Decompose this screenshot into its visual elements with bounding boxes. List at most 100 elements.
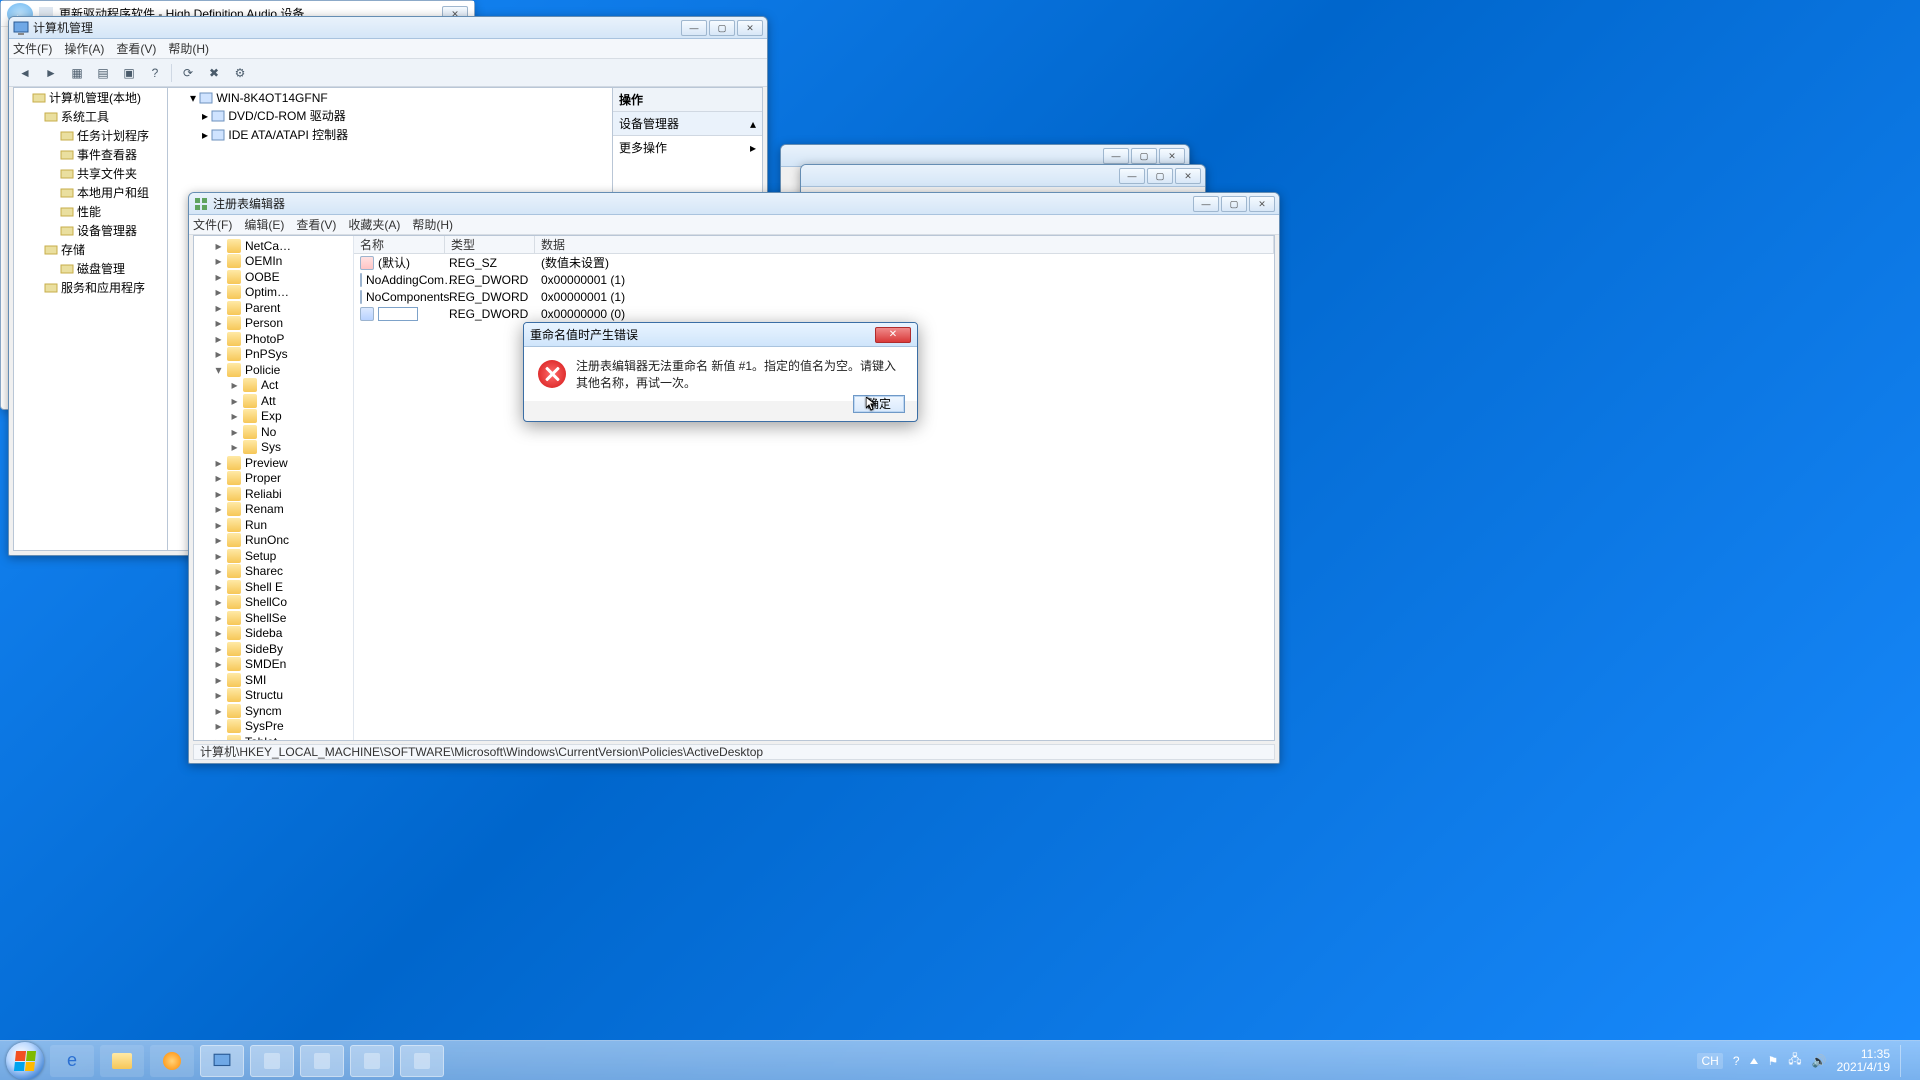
regedit-tree-item[interactable]: ▸No	[214, 424, 353, 440]
regedit-tree-item[interactable]: ▸Exp	[214, 409, 353, 425]
maximize-button[interactable]: ▢	[1147, 168, 1173, 184]
regedit-tree-item[interactable]: ▸Parent	[214, 300, 353, 316]
regedit-tree-item[interactable]: ▸PnPSys	[214, 347, 353, 363]
regedit-tree-item[interactable]: ▸Setup	[214, 548, 353, 564]
col-name[interactable]: 名称	[354, 236, 445, 253]
close-button[interactable]: ✕	[737, 20, 763, 36]
tray-help-icon[interactable]: ?	[1733, 1054, 1740, 1068]
start-button[interactable]	[6, 1042, 44, 1080]
menu-item[interactable]: 查看(V)	[296, 216, 336, 233]
value-name-edit[interactable]	[378, 307, 418, 321]
regedit-tree-item[interactable]: ▸Structu	[214, 688, 353, 704]
uninstall-button[interactable]: ✖	[204, 63, 224, 83]
taskbar-app-4[interactable]	[400, 1045, 444, 1077]
tray-clock[interactable]: 11:35 2021/4/19	[1837, 1048, 1890, 1074]
regedit-tree-item[interactable]: ▸ShellCo	[214, 595, 353, 611]
regedit-tree-item[interactable]: ▸NetCa…	[214, 238, 353, 254]
regedit-tree-item[interactable]: ▸OOBE	[214, 269, 353, 285]
compmgmt-titlebar[interactable]: 计算机管理 — ▢ ✕	[9, 17, 767, 39]
tree-item[interactable]: 共享文件夹	[14, 164, 167, 183]
regedit-tree-item[interactable]: ▸SysPre	[214, 719, 353, 735]
tree-item[interactable]: 本地用户和组	[14, 183, 167, 202]
regedit-value-row[interactable]: REG_DWORD0x00000000 (0)	[354, 305, 1274, 322]
regedit-tree-item[interactable]: ▾Policie	[214, 362, 353, 378]
menu-item[interactable]: 查看(V)	[116, 40, 156, 57]
tray-volume-icon[interactable]: 🔊	[1812, 1054, 1827, 1068]
minimize-button[interactable]: —	[1103, 148, 1129, 164]
tree-item[interactable]: 性能	[14, 202, 167, 221]
error-dialog-titlebar[interactable]: 重命名值时产生错误 ✕	[524, 323, 917, 347]
tray-expand-icon[interactable]	[1750, 1058, 1758, 1064]
taskbar-media-player[interactable]	[150, 1045, 194, 1077]
tree-item[interactable]: 存储	[14, 240, 167, 259]
close-button[interactable]: ✕	[1159, 148, 1185, 164]
tree-item[interactable]: 系统工具	[14, 107, 167, 126]
regedit-tree-item[interactable]: ▸SMI	[214, 672, 353, 688]
show-hide-tree-button[interactable]: ▤	[93, 63, 113, 83]
scan-button[interactable]: ⟳	[178, 63, 198, 83]
properties-button[interactable]: ▣	[119, 63, 139, 83]
show-desktop-button[interactable]	[1900, 1045, 1908, 1077]
close-button[interactable]: ✕	[1175, 168, 1201, 184]
tray-network-icon[interactable]: 🖧	[1788, 1050, 1801, 1071]
up-button[interactable]: ▦	[67, 63, 87, 83]
regedit-tree-item[interactable]: ▸Tablet	[214, 734, 353, 740]
taskbar-compmgmt[interactable]	[200, 1045, 244, 1077]
regedit-tree-item[interactable]: ▸Syncm	[214, 703, 353, 719]
col-type[interactable]: 类型	[445, 236, 535, 253]
regedit-tree-item[interactable]: ▸Att	[214, 393, 353, 409]
device-tree-item[interactable]: ▾ WIN-8K4OT14GFNF	[172, 90, 608, 106]
col-data[interactable]: 数据	[535, 236, 1274, 253]
menu-item[interactable]: 文件(F)	[13, 40, 52, 57]
tray-flag-icon[interactable]: ⚑	[1768, 1054, 1779, 1068]
regedit-value-row[interactable]: NoComponentsREG_DWORD0x00000001 (1)	[354, 288, 1274, 305]
close-button[interactable]: ✕	[1249, 196, 1275, 212]
regedit-tree-item[interactable]: ▸ShellSe	[214, 610, 353, 626]
regedit-tree-item[interactable]: ▸Person	[214, 316, 353, 332]
device-tree-item[interactable]: ▸ IDE ATA/ATAPI 控制器	[172, 125, 608, 144]
taskbar-ie[interactable]: e	[50, 1045, 94, 1077]
regedit-value-row[interactable]: (默认)REG_SZ(数值未设置)	[354, 254, 1274, 271]
actions-more[interactable]: 更多操作▸	[613, 136, 762, 159]
menu-item[interactable]: 收藏夹(A)	[348, 216, 400, 233]
regedit-tree-item[interactable]: ▸PhotoP	[214, 331, 353, 347]
maximize-button[interactable]: ▢	[709, 20, 735, 36]
compmgmt-tree[interactable]: 计算机管理(本地)系统工具任务计划程序事件查看器共享文件夹本地用户和组性能设备管…	[13, 87, 168, 551]
minimize-button[interactable]: —	[1193, 196, 1219, 212]
ok-button[interactable]: 确定	[853, 395, 905, 413]
nav-back-button[interactable]: ◄	[15, 63, 35, 83]
update-driver-button[interactable]: ⚙	[230, 63, 250, 83]
regedit-tree-item[interactable]: ▸RunOnc	[214, 533, 353, 549]
nav-forward-button[interactable]: ►	[41, 63, 61, 83]
regedit-tree-item[interactable]: ▸Shell E	[214, 579, 353, 595]
menu-item[interactable]: 帮助(H)	[412, 216, 453, 233]
menu-item[interactable]: 编辑(E)	[244, 216, 284, 233]
taskbar-app-3[interactable]	[350, 1045, 394, 1077]
close-button[interactable]: ✕	[875, 327, 911, 343]
tree-item[interactable]: 计算机管理(本地)	[14, 88, 167, 107]
minimize-button[interactable]: —	[1119, 168, 1145, 184]
regedit-tree-item[interactable]: ▸Act	[214, 378, 353, 394]
menu-item[interactable]: 帮助(H)	[168, 40, 209, 57]
regedit-tree-item[interactable]: ▸Proper	[214, 471, 353, 487]
taskbar-app-1[interactable]	[250, 1045, 294, 1077]
device-tree-item[interactable]: ▸ DVD/CD-ROM 驱动器	[172, 106, 608, 125]
taskbar-explorer[interactable]	[100, 1045, 144, 1077]
regedit-tree-item[interactable]: ▸OEMIn	[214, 254, 353, 270]
menu-item[interactable]: 文件(F)	[193, 216, 232, 233]
regedit-tree-item[interactable]: ▸Sys	[214, 440, 353, 456]
regedit-tree-item[interactable]: ▸SMDEn	[214, 657, 353, 673]
regedit-values[interactable]: 名称 类型 数据 (默认)REG_SZ(数值未设置)NoAddingCom…RE…	[354, 236, 1274, 740]
minimize-button[interactable]: —	[681, 20, 707, 36]
tree-item[interactable]: 服务和应用程序	[14, 278, 167, 297]
regedit-titlebar[interactable]: 注册表编辑器 — ▢ ✕	[189, 193, 1279, 215]
tree-item[interactable]: 设备管理器	[14, 221, 167, 240]
tree-item[interactable]: 事件查看器	[14, 145, 167, 164]
regedit-tree-item[interactable]: ▸SideBy	[214, 641, 353, 657]
regedit-tree-item[interactable]: ▸Preview	[214, 455, 353, 471]
tree-item[interactable]: 磁盘管理	[14, 259, 167, 278]
regedit-tree-item[interactable]: ▸Reliabi	[214, 486, 353, 502]
regedit-value-row[interactable]: NoAddingCom…REG_DWORD0x00000001 (1)	[354, 271, 1274, 288]
regedit-tree-item[interactable]: ▸Run	[214, 517, 353, 533]
menu-item[interactable]: 操作(A)	[64, 40, 104, 57]
